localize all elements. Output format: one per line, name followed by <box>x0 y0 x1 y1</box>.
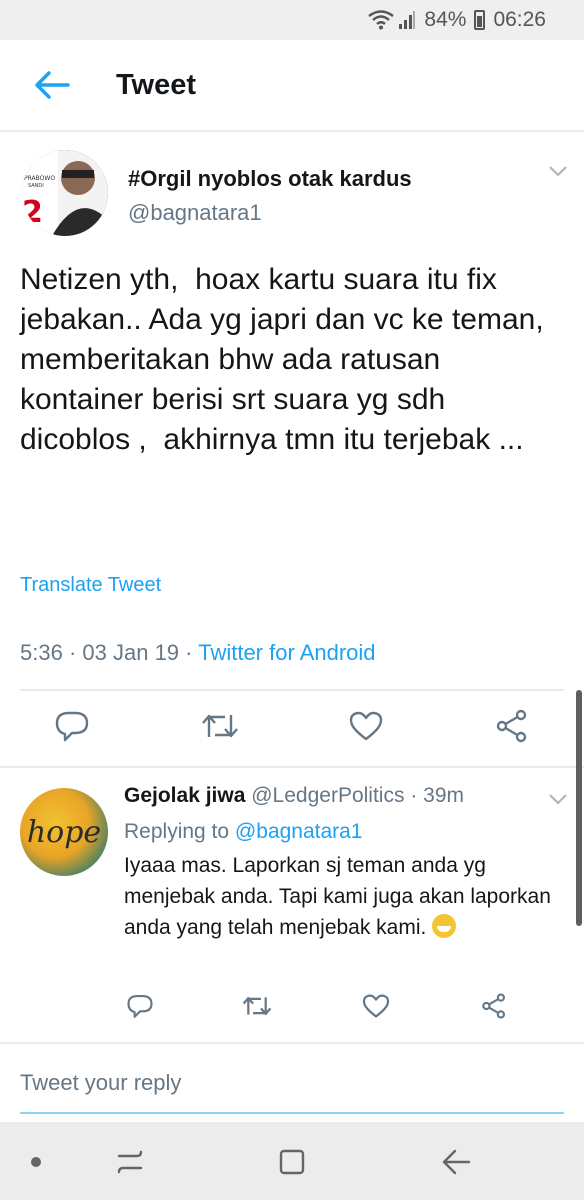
back-button[interactable] <box>0 39 104 131</box>
avatar-text-sub: SANDI <box>28 183 44 189</box>
scrollbar[interactable] <box>576 690 582 926</box>
translate-tweet-link[interactable]: Translate Tweet <box>20 574 161 597</box>
retweet-button[interactable] <box>240 990 274 1022</box>
signal-icon <box>399 11 416 29</box>
replying-to: Replying to @bagnatara1 <box>124 820 363 844</box>
meta-separator: · <box>68 640 83 665</box>
compose-underline <box>20 1112 564 1114</box>
author-name[interactable]: #Orgil nyoblos otak kardus <box>128 166 412 192</box>
divider <box>0 1042 584 1044</box>
reply-compose-input[interactable]: Tweet your reply <box>20 1070 181 1096</box>
like-button[interactable] <box>360 990 392 1022</box>
tweet-source-link[interactable]: Twitter for Android <box>198 640 375 665</box>
grinning-face-icon <box>432 914 457 938</box>
share-icon <box>496 709 527 743</box>
reply-avatar-text: hope <box>26 814 102 850</box>
wifi-icon <box>368 10 395 30</box>
system-back-button[interactable] <box>438 1144 474 1180</box>
reply-avatar[interactable]: hope <box>20 788 108 876</box>
chevron-down-icon <box>549 794 567 805</box>
reply-author-name[interactable]: Gejolak jiwa <box>124 784 245 807</box>
tweet-meta: 5:36 · 03 Jan 19 · Twitter for Android <box>20 640 376 666</box>
reply-icon <box>127 994 153 1018</box>
like-button[interactable] <box>346 706 386 746</box>
reply-age: 39m <box>423 784 464 807</box>
recents-icon <box>117 1150 143 1174</box>
back-arrow-icon <box>35 71 70 99</box>
battery-icon <box>474 10 486 30</box>
reply-header: Gejolak jiwa @LedgerPolitics · 39m <box>124 784 464 808</box>
avatar-text-top: PRABOWO <box>24 175 55 182</box>
reply-actions <box>0 990 584 1026</box>
clock: 06:26 <box>493 8 546 31</box>
reply-text: Iyaaa mas. Laporkan sj teman anda yg men… <box>124 850 554 943</box>
tweet-date: 03 Jan 19 <box>82 640 180 665</box>
tweet-text: Netizen yth, hoax kartu suara itu fix je… <box>20 263 552 456</box>
reply-icon <box>55 711 89 742</box>
reply-menu-button[interactable] <box>548 792 568 810</box>
replying-to-handle[interactable]: @bagnatara1 <box>235 820 363 843</box>
like-icon <box>362 994 390 1018</box>
author-avatar[interactable]: PRABOWO SANDI 2 <box>22 150 108 236</box>
reply-button[interactable] <box>52 706 92 746</box>
battery-percent: 84% <box>424 8 467 31</box>
reply-author-handle[interactable]: @LedgerPolitics <box>251 784 404 807</box>
avatar-number: 2 <box>22 195 43 230</box>
chevron-down-icon <box>549 166 567 177</box>
status-bar: 84% 06:26 <box>0 0 584 40</box>
avatar-image: PRABOWO SANDI 2 <box>22 150 108 236</box>
tweet-actions <box>0 706 584 746</box>
meta-separator: · <box>185 640 199 665</box>
retweet-icon <box>202 714 238 738</box>
meta-separator: · <box>410 784 424 807</box>
recents-button[interactable] <box>112 1144 148 1180</box>
replying-to-label: Replying to <box>124 820 230 843</box>
author-handle[interactable]: @bagnatara1 <box>128 200 262 226</box>
like-icon <box>349 711 383 741</box>
divider <box>20 689 564 691</box>
home-icon <box>279 1149 305 1175</box>
tweet-menu-button[interactable] <box>548 164 568 182</box>
nav-back-icon <box>442 1149 471 1175</box>
status-icons <box>368 10 416 30</box>
system-nav-bar <box>0 1122 584 1200</box>
page-title: Tweet <box>116 68 197 101</box>
retweet-button[interactable] <box>198 706 242 746</box>
reply-tweet[interactable]: hope Gejolak jiwa @LedgerPolitics · 39m … <box>0 768 584 1044</box>
assistant-dot-button[interactable] <box>28 1154 44 1170</box>
dot-icon <box>31 1157 41 1167</box>
share-button[interactable] <box>492 706 532 746</box>
reply-text-body: Iyaaa mas. Laporkan sj teman anda yg men… <box>124 854 551 939</box>
share-button[interactable] <box>478 990 510 1022</box>
reply-button[interactable] <box>124 990 156 1022</box>
share-icon <box>482 993 506 1019</box>
app-bar: Tweet <box>0 40 584 132</box>
home-button[interactable] <box>274 1144 310 1180</box>
retweet-icon <box>242 997 272 1015</box>
tweet-time: 5:36 <box>20 640 63 665</box>
